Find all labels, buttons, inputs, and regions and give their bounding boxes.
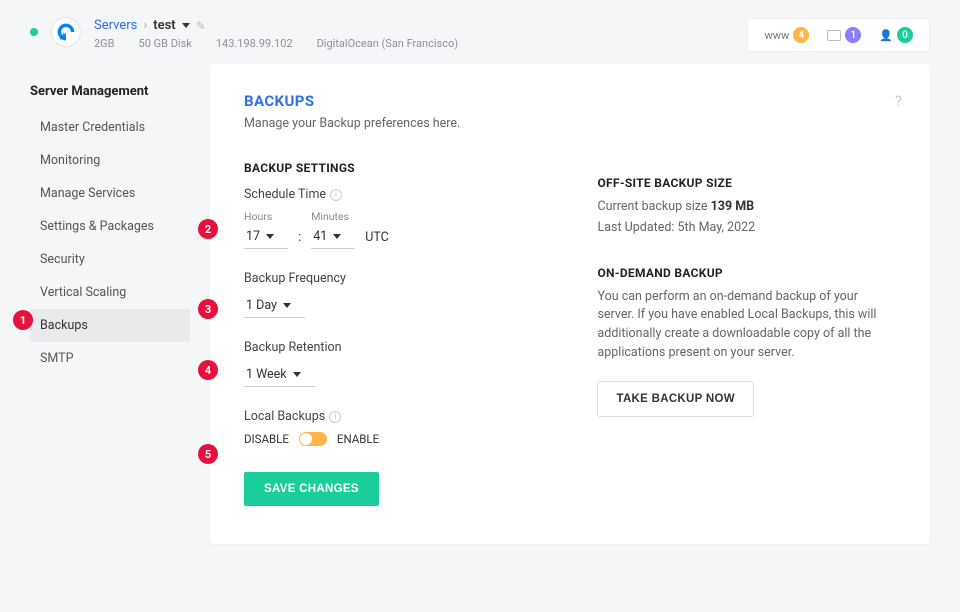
server-ram: 2GB xyxy=(94,37,115,50)
breadcrumb-block: Servers › test ✎ 2GB 50 GB Disk 143.198.… xyxy=(94,18,458,50)
local-backups-block: Local Backups i DISABLE ENABLE xyxy=(244,409,557,446)
sidebar-item-master-credentials[interactable]: Master Credentials xyxy=(30,111,190,144)
content: Server Management Master Credentials Mon… xyxy=(0,64,960,568)
caret-down-icon[interactable] xyxy=(182,23,190,28)
www-label: www xyxy=(764,29,789,42)
status-dot-icon xyxy=(30,28,38,36)
time-row: Hours 17 : Minutes 41 UTC xyxy=(244,210,557,249)
retention-block: Backup Retention 1 Week xyxy=(244,340,557,387)
disable-label: DISABLE xyxy=(244,432,289,446)
breadcrumb: Servers › test ✎ xyxy=(94,18,458,33)
inbox-icon xyxy=(827,30,841,41)
frequency-value: 1 Day xyxy=(246,298,277,313)
sidebar-item-backups[interactable]: Backups xyxy=(30,309,190,342)
time-colon: : xyxy=(298,230,301,249)
digitalocean-icon xyxy=(52,18,80,46)
inbox-badge: 1 xyxy=(845,27,861,43)
save-changes-button[interactable]: SAVE CHANGES xyxy=(244,472,379,506)
sidebar-item-manage-services[interactable]: Manage Services xyxy=(30,177,190,210)
local-backups-toggle[interactable] xyxy=(299,432,327,446)
frequency-select[interactable]: 1 Day xyxy=(244,294,305,318)
offsite-size-heading: OFF-SITE BACKUP SIZE xyxy=(597,176,896,190)
main-panel: ? BACKUPS Manage your Backup preferences… xyxy=(210,64,930,544)
sidebar-title: Server Management xyxy=(30,84,190,99)
sidebar-item-vertical-scaling[interactable]: Vertical Scaling xyxy=(30,276,190,309)
pencil-icon[interactable]: ✎ xyxy=(196,19,206,33)
enable-label: ENABLE xyxy=(337,432,379,446)
info-icon[interactable]: i xyxy=(329,411,341,423)
retention-label: Backup Retention xyxy=(244,340,557,355)
sidebar-item-security[interactable]: Security xyxy=(30,243,190,276)
header-bar: Servers › test ✎ 2GB 50 GB Disk 143.198.… xyxy=(0,0,960,64)
frequency-label: Backup Frequency xyxy=(244,271,557,286)
callout-4: 4 xyxy=(198,360,218,380)
user-pill[interactable]: 👤 0 xyxy=(879,27,913,43)
offsite-size-line: Current backup size 139 MB xyxy=(597,198,896,217)
ondemand-heading: ON-DEMAND BACKUP xyxy=(597,266,896,280)
size-value: 139 MB xyxy=(711,199,755,214)
hours-value: 17 xyxy=(246,229,260,244)
server-provider: DigitalOcean (San Francisco) xyxy=(317,37,459,50)
server-ip: 143.198.99.102 xyxy=(216,37,293,50)
sidebar-item-monitoring[interactable]: Monitoring xyxy=(30,144,190,177)
caret-down-icon xyxy=(266,234,274,239)
minutes-value: 41 xyxy=(313,229,327,244)
chevron-right-icon: › xyxy=(143,18,147,33)
callout-1: 1 xyxy=(13,310,33,330)
take-backup-button[interactable]: TAKE BACKUP NOW xyxy=(597,381,753,417)
minutes-select[interactable]: 41 xyxy=(311,225,355,249)
local-backups-label: Local Backups i xyxy=(244,409,557,424)
retention-select[interactable]: 1 Week xyxy=(244,363,315,387)
backup-settings-heading: BACKUP SETTINGS xyxy=(244,161,557,175)
header-pills: www 4 1 👤 0 xyxy=(747,18,930,52)
minutes-label: Minutes xyxy=(311,210,355,223)
size-prefix: Current backup size xyxy=(597,199,710,214)
sidebar-item-smtp[interactable]: SMTP xyxy=(30,342,190,375)
page-title: BACKUPS xyxy=(244,92,557,110)
hours-select[interactable]: 17 xyxy=(244,225,288,249)
retention-value: 1 Week xyxy=(246,367,287,382)
schedule-time-label: Schedule Time i xyxy=(244,187,557,202)
breadcrumb-root[interactable]: Servers xyxy=(94,18,137,33)
settings-column: BACKUPS Manage your Backup preferences h… xyxy=(244,92,557,516)
caret-down-icon xyxy=(333,234,341,239)
info-icon[interactable]: i xyxy=(330,189,342,201)
sidebar-item-settings-packages[interactable]: Settings & Packages xyxy=(30,210,190,243)
schedule-time-block: Schedule Time i Hours 17 : Minutes xyxy=(244,187,557,249)
user-icon: 👤 xyxy=(879,29,893,42)
inbox-pill[interactable]: 1 xyxy=(827,27,861,43)
caret-down-icon xyxy=(293,372,301,377)
page-subtitle: Manage your Backup preferences here. xyxy=(244,116,557,131)
ondemand-text: You can perform an on-demand backup of y… xyxy=(597,288,896,363)
local-backups-label-text: Local Backups xyxy=(244,409,325,424)
toggle-row: DISABLE ENABLE xyxy=(244,432,557,446)
header-left: Servers › test ✎ 2GB 50 GB Disk 143.198.… xyxy=(30,18,458,50)
www-badge: 4 xyxy=(793,27,809,43)
caret-down-icon xyxy=(283,303,291,308)
frequency-block: Backup Frequency 1 Day xyxy=(244,271,557,318)
hours-label: Hours xyxy=(244,210,288,223)
timezone-label: UTC xyxy=(365,230,389,249)
server-meta: 2GB 50 GB Disk 143.198.99.102 DigitalOce… xyxy=(94,37,458,50)
www-pill[interactable]: www 4 xyxy=(764,27,809,43)
breadcrumb-current[interactable]: test xyxy=(153,18,175,33)
callout-2: 2 xyxy=(198,219,218,239)
server-disk: 50 GB Disk xyxy=(139,37,192,50)
info-column: OFF-SITE BACKUP SIZE Current backup size… xyxy=(597,92,896,516)
help-icon[interactable]: ? xyxy=(895,92,902,110)
callout-3: 3 xyxy=(198,299,218,319)
callout-5: 5 xyxy=(198,444,218,464)
user-badge: 0 xyxy=(897,27,913,43)
last-updated: Last Updated: 5th May, 2022 xyxy=(597,219,896,238)
schedule-time-label-text: Schedule Time xyxy=(244,187,326,202)
